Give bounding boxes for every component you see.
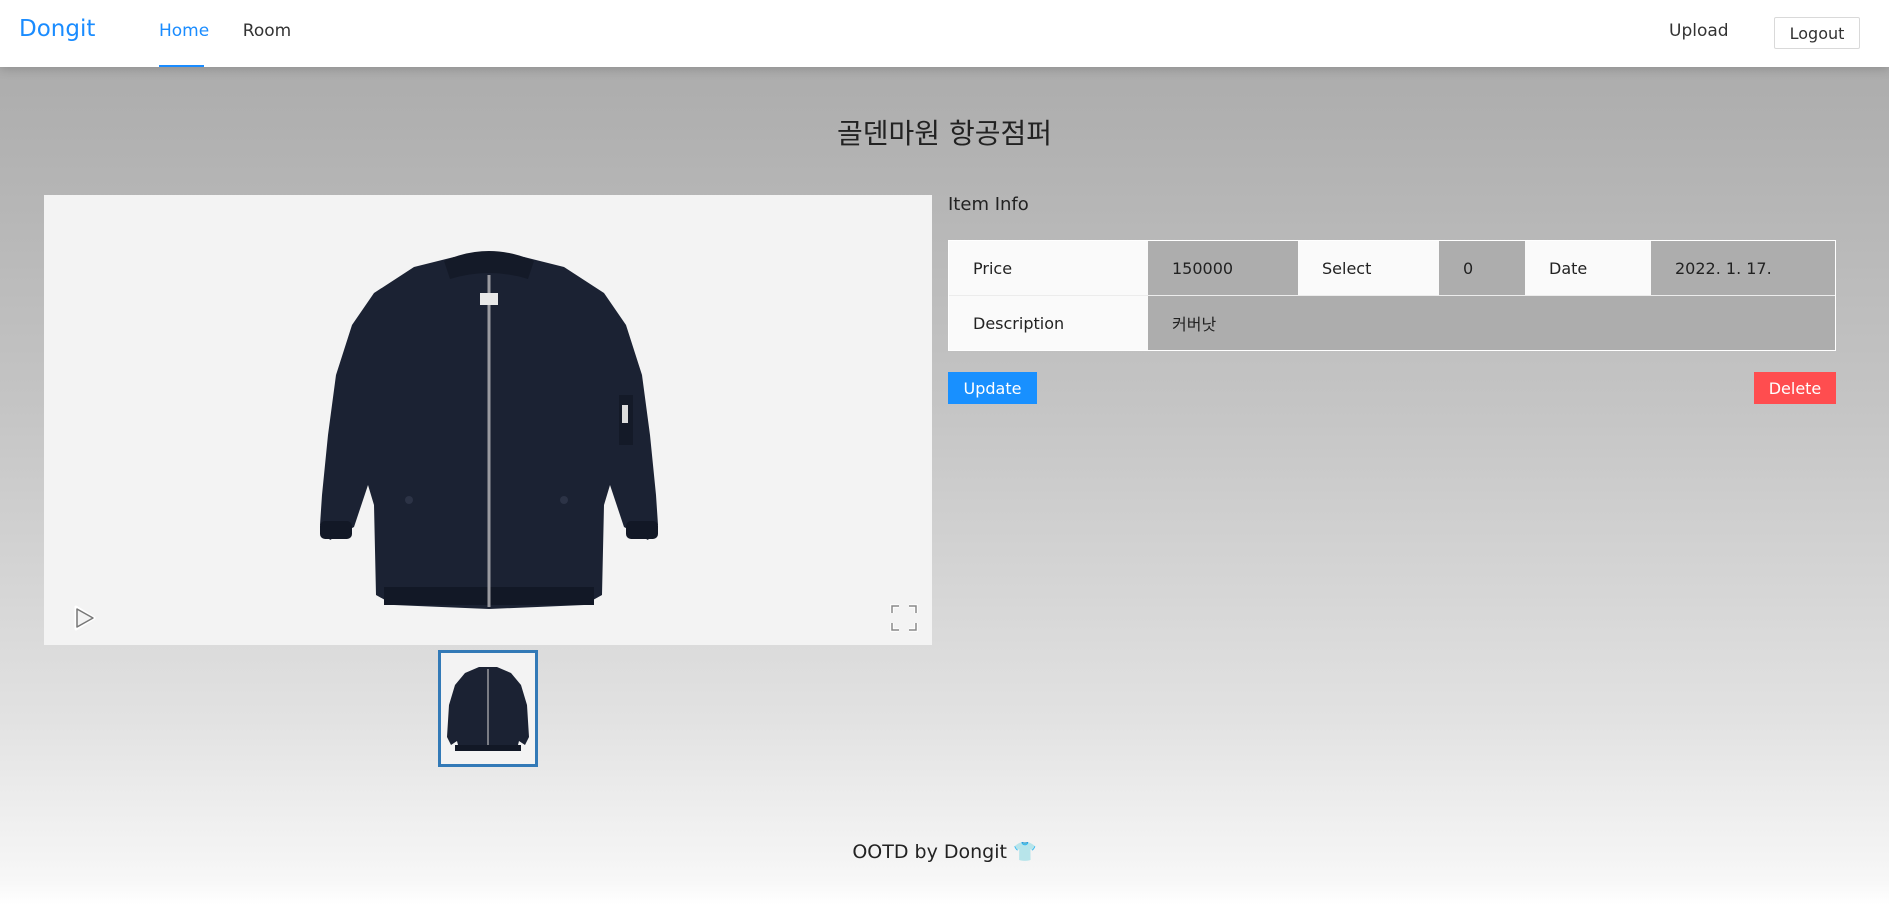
date-value: 2022. 1. 17. [1651, 241, 1835, 296]
gallery-thumbnail[interactable] [438, 650, 538, 767]
upload-link[interactable]: Upload [1669, 0, 1729, 67]
description-label: Description [949, 296, 1148, 350]
jacket-image [320, 251, 658, 609]
select-label: Select [1298, 241, 1439, 296]
fullscreen-icon [890, 604, 918, 632]
logout-button[interactable]: Logout [1774, 17, 1860, 49]
item-info-heading: Item Info [948, 194, 1029, 215]
play-button[interactable] [64, 598, 104, 638]
thumbnail-jacket-image [447, 667, 529, 751]
description-value: 커버낫 [1148, 296, 1835, 350]
delete-button[interactable]: Delete [1754, 372, 1836, 404]
brand-logo[interactable]: Dongit [19, 16, 95, 42]
image-gallery[interactable] [44, 195, 932, 645]
fullscreen-button[interactable] [884, 598, 924, 638]
price-label: Price [949, 241, 1148, 296]
footer-text: OOTD by Dongit 👕 [852, 841, 1037, 863]
date-label: Date [1525, 241, 1651, 296]
update-button[interactable]: Update [948, 372, 1037, 404]
play-icon [74, 605, 96, 631]
page-title: 골덴마원 항공점퍼 [837, 117, 1052, 150]
top-navbar: Dongit Home Room Upload Logout [0, 0, 1889, 67]
item-info-table: Price 150000 Select 0 Date 2022. 1. 17. … [948, 240, 1836, 351]
select-value: 0 [1439, 241, 1525, 296]
nav-home[interactable]: Home [159, 0, 209, 67]
nav-room[interactable]: Room [242, 0, 292, 67]
price-value: 150000 [1148, 241, 1298, 296]
